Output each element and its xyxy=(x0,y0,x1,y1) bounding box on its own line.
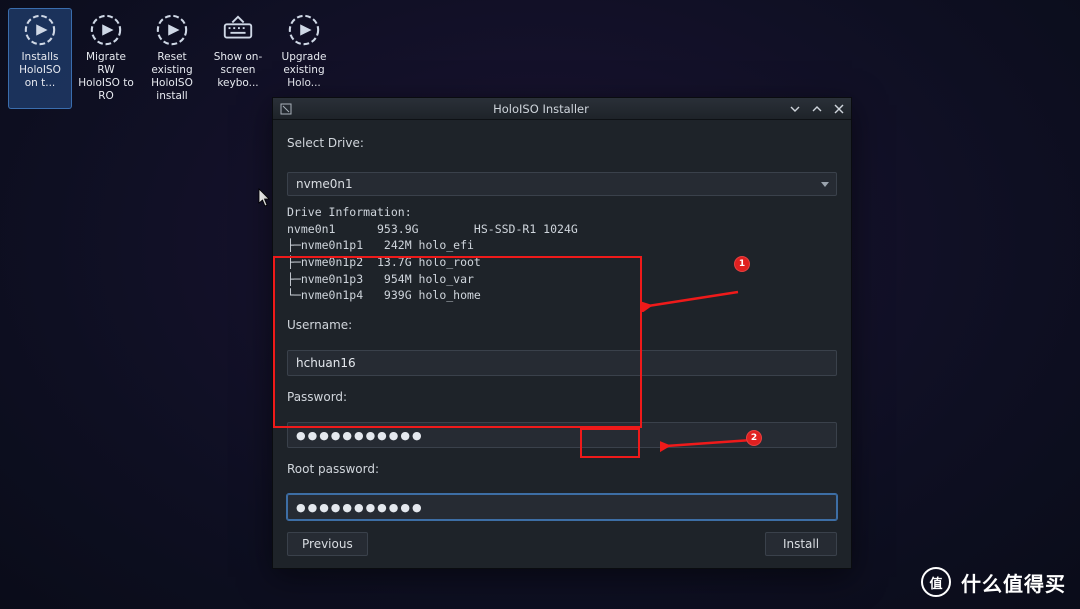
window-app-icon xyxy=(279,102,293,116)
desktop-icon-label: Installs HoloISO on t... xyxy=(11,51,69,90)
application-icon xyxy=(89,13,123,47)
minimize-button[interactable] xyxy=(789,103,801,115)
desktop-icons-row: Installs HoloISO on t... Migrate RW Holo… xyxy=(8,8,336,109)
password-masked-value: ●●●●●●●●●●● xyxy=(296,430,424,441)
titlebar[interactable]: HoloISO Installer xyxy=(273,98,851,120)
root-password-label: Root password: xyxy=(287,462,837,476)
application-icon xyxy=(23,13,57,47)
window-title: HoloISO Installer xyxy=(301,102,781,116)
desktop-icon-label: Reset existing HoloISO install xyxy=(143,51,201,104)
drive-info-line: └─nvme0n1p4 939G holo_home xyxy=(287,288,481,302)
username-label: Username: xyxy=(287,318,837,332)
username-value: hchuan16 xyxy=(296,356,356,370)
drive-info-line: ├─nvme0n1p1 242M holo_efi xyxy=(287,238,474,252)
maximize-button[interactable] xyxy=(811,103,823,115)
desktop-icon-migrate-rw[interactable]: Migrate RW HoloISO to RO xyxy=(74,8,138,109)
desktop-icon-label: Upgrade existing Holo... xyxy=(275,51,333,90)
password-input[interactable]: ●●●●●●●●●●● xyxy=(287,422,837,448)
drive-info-header: Drive Information: xyxy=(287,205,412,219)
root-password-input[interactable]: ●●●●●●●●●●● xyxy=(287,494,837,520)
desktop-icon-label: Migrate RW HoloISO to RO xyxy=(77,51,135,104)
previous-button[interactable]: Previous xyxy=(287,532,368,556)
drive-info-line: ├─nvme0n1p3 954M holo_var xyxy=(287,272,474,286)
root-password-masked-value: ●●●●●●●●●●● xyxy=(296,502,424,513)
watermark: 值 什么值得买 xyxy=(921,567,1066,597)
password-label: Password: xyxy=(287,390,837,404)
drive-combobox-value: nvme0n1 xyxy=(296,177,353,191)
drive-combobox[interactable]: nvme0n1 xyxy=(287,172,837,196)
application-icon xyxy=(287,13,321,47)
mouse-cursor-icon xyxy=(258,188,272,211)
window-body: Select Drive: nvme0n1 Drive Information:… xyxy=(273,120,851,568)
watermark-logo-icon: 值 xyxy=(921,567,951,597)
drive-info-line: nvme0n1 953.9G HS-SSD-R1 1024G xyxy=(287,222,578,236)
drive-info-line: ├─nvme0n1p2 13.7G holo_root xyxy=(287,255,481,269)
desktop-icon-label: Show on-screen keybo... xyxy=(209,51,267,90)
install-button[interactable]: Install xyxy=(765,532,837,556)
installer-window: HoloISO Installer Select Drive: nvme0n1 … xyxy=(272,97,852,569)
select-drive-label: Select Drive: xyxy=(287,136,837,150)
close-button[interactable] xyxy=(833,103,845,115)
application-icon xyxy=(155,13,189,47)
watermark-text: 什么值得买 xyxy=(961,568,1066,597)
desktop-icon-reset-install[interactable]: Reset existing HoloISO install xyxy=(140,8,204,109)
username-input[interactable]: hchuan16 xyxy=(287,350,837,376)
keyboard-icon xyxy=(221,13,255,47)
desktop-icon-upgrade-holoiso[interactable]: Upgrade existing Holo... xyxy=(272,8,336,109)
desktop-icon-install-holoiso[interactable]: Installs HoloISO on t... xyxy=(8,8,72,109)
desktop-icon-show-keyboard[interactable]: Show on-screen keybo... xyxy=(206,8,270,109)
drive-info-block: Drive Information: nvme0n1 953.9G HS-SSD… xyxy=(287,204,837,304)
chevron-down-icon xyxy=(820,179,830,189)
